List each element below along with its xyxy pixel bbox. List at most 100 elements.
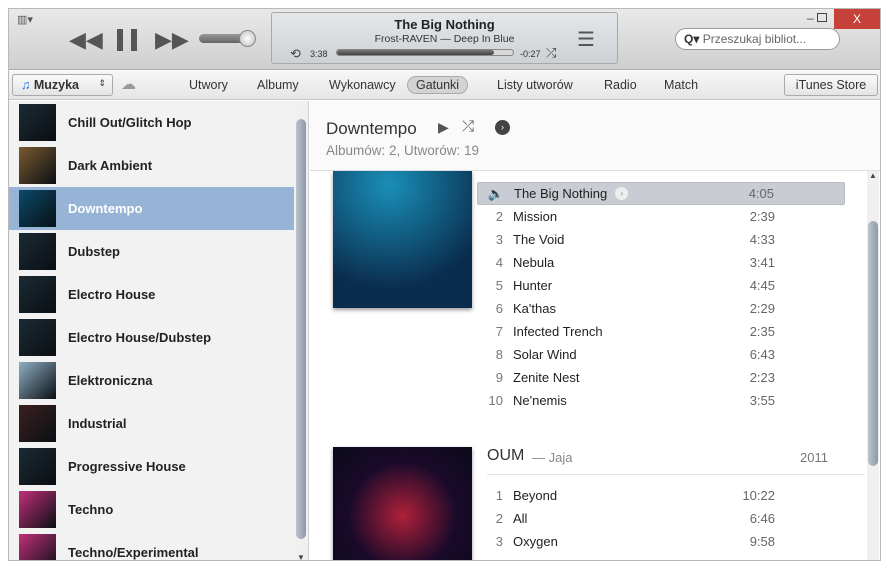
album-year: 2011: [800, 450, 828, 465]
genre-item[interactable]: Techno/Experimental: [9, 531, 294, 560]
play-icon[interactable]: ▶: [438, 119, 449, 136]
track-row[interactable]: 6 Ka'thas 2:29: [477, 297, 827, 320]
track-row[interactable]: 2 Mission 2:39: [477, 205, 827, 228]
genre-label: Elektroniczna: [68, 373, 153, 388]
minimize-icon[interactable]: –: [807, 11, 814, 25]
library-selector[interactable]: ♫ Muzyka ⇕: [12, 74, 113, 96]
track-duration: 3:55: [749, 393, 775, 408]
track-row[interactable]: 3 The Void 4:33: [477, 228, 827, 251]
tab-listy-utworów[interactable]: Listy utworów: [489, 76, 581, 94]
main-scroll-thumb[interactable]: [868, 221, 878, 466]
track-number: 3: [495, 232, 503, 247]
tab-match[interactable]: Match: [656, 76, 706, 94]
track-number: 1: [495, 488, 503, 503]
cloud-icon[interactable]: ☁: [121, 75, 136, 93]
now-playing-title: The Big Nothing: [394, 17, 495, 32]
album-artwork[interactable]: [333, 447, 472, 560]
shuffle-icon[interactable]: ⤮: [546, 45, 556, 61]
fast-forward-icon[interactable]: ▶▶: [155, 27, 189, 53]
progress-bar[interactable]: [336, 49, 514, 56]
track-row[interactable]: 2 All 6:46: [477, 507, 827, 530]
track-row[interactable]: 9 Zenite Nest 2:23: [477, 366, 827, 389]
genre-item[interactable]: Dark Ambient: [9, 144, 294, 187]
track-title: Mission: [513, 209, 558, 224]
maximize-icon[interactable]: [817, 13, 827, 22]
genre-item[interactable]: Industrial: [9, 402, 294, 445]
track-duration: 2:39: [749, 209, 775, 224]
track-duration: 2:23: [749, 370, 775, 385]
track-row[interactable]: 1 Beyond 10:22: [477, 484, 827, 507]
genre-artwork: [19, 491, 56, 528]
track-number: 8: [495, 347, 503, 362]
scroll-down-icon[interactable]: ▼: [297, 553, 305, 560]
track-title: The Void: [513, 232, 565, 247]
rewind-icon[interactable]: ◀◀: [69, 27, 103, 53]
genre-item[interactable]: Electro House/Dubstep: [9, 316, 294, 359]
track-row[interactable]: 3 Oxygen 9:58: [477, 530, 827, 553]
genre-item[interactable]: Electro House: [9, 273, 294, 316]
genre-item[interactable]: Dubstep: [9, 230, 294, 273]
genre-item[interactable]: Elektroniczna: [9, 359, 294, 402]
track-duration: 6:46: [749, 511, 775, 526]
genre-label: Downtempo: [68, 201, 143, 216]
track-number: 10: [488, 393, 503, 408]
track-row[interactable]: 10 Ne'nemis 3:55: [477, 389, 827, 412]
track-row[interactable]: 5 Hunter 4:45: [477, 274, 827, 297]
track-title: All: [513, 511, 528, 526]
tab-radio[interactable]: Radio: [596, 76, 645, 94]
pause-icon[interactable]: [117, 29, 137, 51]
search-icon: Q▾: [684, 32, 700, 46]
genre-artwork: [19, 362, 56, 399]
sidebar-scrollbar[interactable]: ▼: [295, 101, 307, 560]
track-row[interactable]: 🔈 The Big Nothing › 4:05: [477, 182, 845, 205]
track-row[interactable]: 8 Solar Wind 6:43: [477, 343, 827, 366]
itunes-store-button[interactable]: iTunes Store: [784, 74, 878, 96]
track-more-icon[interactable]: ›: [615, 187, 629, 200]
repeat-icon[interactable]: ⟲: [290, 46, 301, 62]
navigation-bar: ♫ Muzyka ⇕ ☁ Utwory Albumy Wykonawcy Gatunk…: [9, 71, 880, 100]
toolbar: ▥▾ ◀◀ ▶▶ The Big Nothing Frost-RAVEN — D…: [9, 9, 880, 70]
shuffle-genre-icon[interactable]: ⤮: [462, 118, 474, 135]
album-artwork[interactable]: [333, 171, 472, 308]
volume-knob[interactable]: [239, 30, 256, 47]
track-number: 6: [495, 301, 503, 316]
genre-label: Progressive House: [68, 459, 186, 474]
track-duration: 10:22: [742, 488, 775, 503]
close-button[interactable]: X: [834, 9, 880, 29]
genre-artwork: [19, 405, 56, 442]
more-options-icon[interactable]: ›: [495, 120, 510, 135]
genre-item[interactable]: Progressive House: [9, 445, 294, 488]
genre-item[interactable]: Downtempo: [9, 187, 294, 230]
scroll-up-icon[interactable]: ▲: [869, 171, 877, 180]
genre-item[interactable]: Techno: [9, 488, 294, 531]
genre-label: Techno/Experimental: [68, 545, 199, 560]
main-scrollbar[interactable]: ▲: [867, 171, 879, 560]
track-row[interactable]: 7 Infected Trench 2:35: [477, 320, 827, 343]
tab-utwory[interactable]: Utwory: [181, 76, 236, 94]
search-input[interactable]: Q▾ Przeszukaj bibliot...: [675, 28, 840, 50]
genre-detail: 🔈 The Big Nothing › 4:05 2 Mission 2:39 3 The Vo…: [310, 101, 880, 560]
track-duration: 7:04: [750, 557, 775, 560]
up-next-list-icon[interactable]: ☰: [577, 27, 595, 52]
track-row[interactable]: 4 Nebula 3:41: [477, 251, 827, 274]
track-title: Ka'thas: [513, 301, 556, 316]
genre-label: Electro House/Dubstep: [68, 330, 212, 345]
tab-wykonawcy[interactable]: Wykonawcy: [321, 76, 404, 94]
track-title: Zenite Nest: [513, 370, 580, 385]
track-duration: 2:29: [749, 301, 775, 316]
track-number: 3: [495, 534, 503, 549]
genre-item[interactable]: Chill Out/Glitch Hop: [9, 101, 294, 144]
track-number: 2: [495, 511, 503, 526]
track-number: 9: [495, 370, 503, 385]
now-playing-subtitle: Frost-RAVEN — Deep In Blue: [374, 33, 515, 45]
sidebar-scroll-thumb[interactable]: [296, 119, 306, 539]
sidebar-toggle-icon[interactable]: ▥▾: [17, 13, 33, 26]
now-playing-display: The Big Nothing Frost-RAVEN — Deep In Bl…: [271, 12, 618, 64]
tab-albumy[interactable]: Albumy: [249, 76, 307, 94]
track-title: Infected Trench: [513, 324, 603, 339]
tab-gatunki[interactable]: Gatunki: [407, 76, 469, 94]
track-duration: 3:41: [749, 255, 775, 270]
track-number: 2: [495, 209, 503, 224]
track-row[interactable]: 4 Cosmos 7:04: [477, 553, 827, 560]
genre-artwork: [19, 448, 56, 485]
